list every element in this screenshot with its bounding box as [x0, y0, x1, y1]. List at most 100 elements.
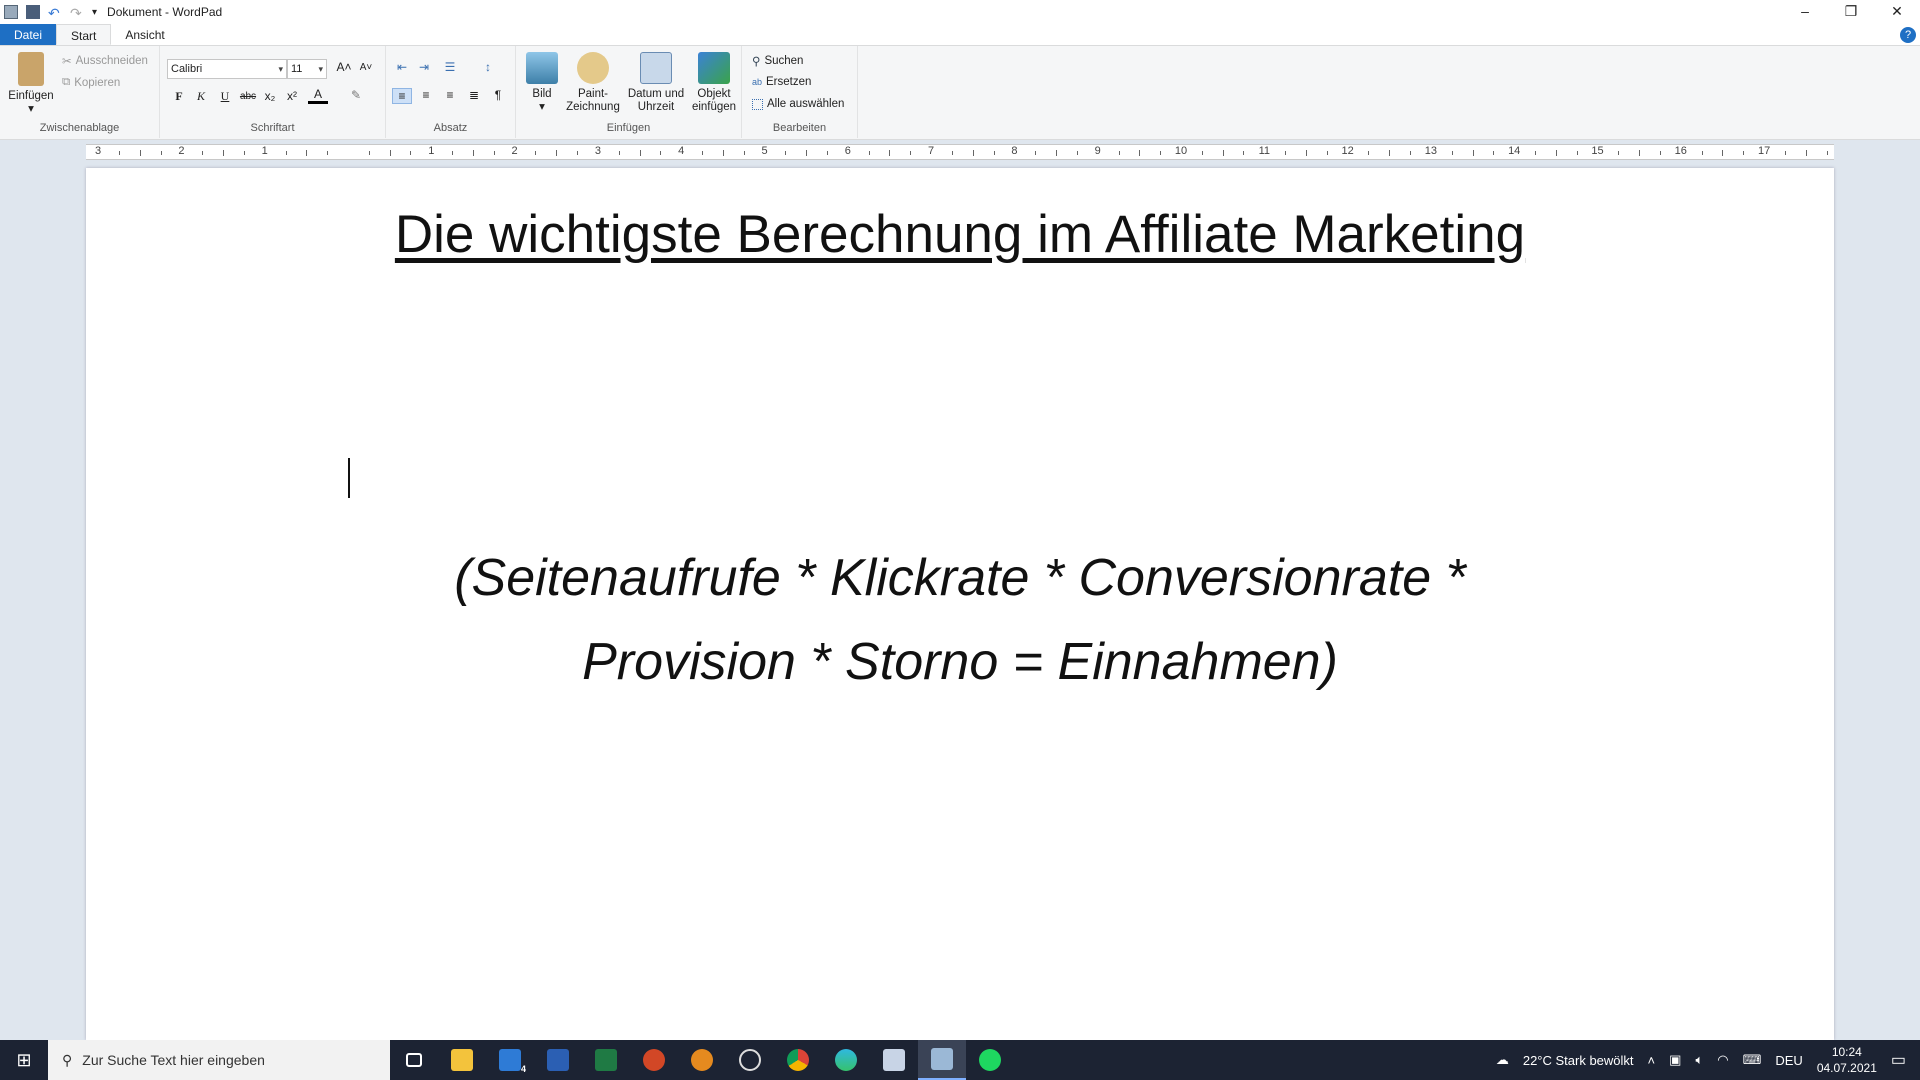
scissors-icon: ✂	[62, 56, 72, 68]
ruler-tick	[1743, 151, 1745, 155]
close-button[interactable]: ✕	[1874, 0, 1920, 24]
subscript-button[interactable]: x₂	[260, 89, 280, 103]
paste-button[interactable]: Einfügen ▾	[4, 52, 58, 116]
customize-quick-access-icon[interactable]: ▾	[92, 7, 97, 18]
taskbar-search-box[interactable]: ⚲ Zur Suche Text hier eingeben	[48, 1040, 390, 1080]
font-color-button[interactable]: A	[308, 87, 328, 104]
calendar-icon	[640, 52, 672, 84]
document-heading: Die wichtigste Berechnung im Affiliate M…	[394, 205, 1526, 264]
paragraph-settings-icon[interactable]: ¶	[488, 88, 508, 102]
undo-icon[interactable]: ↶	[48, 5, 62, 21]
task-view-icon[interactable]	[390, 1040, 438, 1080]
powerpoint-icon[interactable]	[630, 1040, 678, 1080]
title-bar: ↶ ↷ ▾ Dokument - WordPad – ❐ ✕	[0, 0, 1920, 24]
superscript-button[interactable]: x²	[282, 89, 302, 103]
ruler-number: 3	[95, 145, 102, 157]
align-center-button[interactable]: ≡	[416, 88, 436, 102]
spotify-icon[interactable]	[966, 1040, 1014, 1080]
insert-picture-button[interactable]: Bild ▾	[522, 52, 562, 114]
wordpad-app-icon[interactable]	[4, 5, 18, 19]
network-icon[interactable]: ◠	[1717, 1052, 1728, 1068]
chrome-icon[interactable]	[774, 1040, 822, 1080]
font-family-select[interactable]: Calibri	[167, 59, 287, 79]
edge-icon[interactable]	[822, 1040, 870, 1080]
bullet-list-icon[interactable]: ☰	[440, 60, 460, 74]
justify-button[interactable]: ≣	[464, 88, 484, 102]
tool-icon[interactable]	[870, 1040, 918, 1080]
font-size-select[interactable]: 11	[287, 59, 327, 79]
line-spacing-icon[interactable]: ↕	[478, 60, 498, 74]
system-tray: ☁ 22°C Stark bewölkt ˄ ▣ 🔈︎ ◠ ⌨ DEU 10:2…	[1496, 1040, 1920, 1080]
cut-button[interactable]: ✂ Ausschneiden	[62, 54, 148, 68]
excel-icon[interactable]	[582, 1040, 630, 1080]
date-time-button[interactable]: Datum und Uhrzeit	[624, 52, 688, 114]
ruler-tick	[389, 150, 391, 156]
show-hidden-icons-icon[interactable]: ˄	[1648, 1053, 1656, 1068]
keyboard-icon[interactable]: ⌨	[1743, 1052, 1762, 1068]
font-group: Calibri 11 A˄ A˅ F K U abc x₂ x² A ✎ Sch…	[160, 46, 386, 138]
ruler-tick	[1451, 151, 1453, 155]
select-all-button[interactable]: Alle auswählen	[752, 98, 844, 110]
clock[interactable]: 10:24 04.07.2021	[1817, 1044, 1877, 1076]
minimize-button[interactable]: –	[1782, 0, 1828, 24]
paragraph-group: ⇤ ⇥ ☰ ↕ ≡ ≡ ≡ ≣ ¶ Absatz	[386, 46, 516, 138]
redo-icon[interactable]: ↷	[70, 5, 84, 21]
strikethrough-button[interactable]: abc	[238, 91, 258, 102]
ruler-tick	[1285, 151, 1287, 155]
ruler-tick	[951, 151, 953, 155]
wordpad-taskbar-icon[interactable]	[918, 1040, 966, 1080]
word-icon[interactable]	[534, 1040, 582, 1080]
shrink-font-icon[interactable]: A˅	[356, 62, 376, 73]
insert-object-button[interactable]: Objekt einfügen	[688, 52, 740, 114]
restore-button[interactable]: ❐	[1828, 0, 1874, 24]
save-icon[interactable]	[26, 5, 40, 19]
ruler-tick	[327, 151, 329, 155]
ruler-tick	[118, 151, 120, 155]
ruler-number: 6	[844, 145, 851, 157]
volume-icon[interactable]: 🔈︎	[1695, 1052, 1703, 1068]
app-icon[interactable]	[678, 1040, 726, 1080]
find-button[interactable]: ⚲ Suchen	[752, 54, 803, 68]
notifications-icon[interactable]: ▭	[1891, 1050, 1906, 1070]
ruler-tick	[452, 151, 454, 155]
copy-button[interactable]: ⧉ Kopieren	[62, 76, 120, 89]
highlight-icon[interactable]: ✎	[346, 88, 366, 102]
help-icon[interactable]: ?	[1900, 27, 1916, 43]
ruler-tick	[743, 151, 745, 155]
obs-icon[interactable]	[726, 1040, 774, 1080]
file-explorer-icon[interactable]	[438, 1040, 486, 1080]
ruler-number: 5	[761, 145, 768, 157]
tab-start[interactable]: Start	[56, 24, 112, 45]
ruler-tick	[1639, 150, 1641, 156]
italic-button[interactable]: K	[191, 89, 211, 104]
ruler-tick	[1701, 151, 1703, 155]
replace-button[interactable]: ab Ersetzen	[752, 76, 811, 88]
ruler-tick	[1805, 150, 1807, 156]
weather-text[interactable]: 22°C Stark bewölkt	[1523, 1053, 1634, 1068]
cloud-icon[interactable]: ☁	[1496, 1052, 1509, 1068]
decrease-indent-icon[interactable]: ⇤	[392, 60, 412, 74]
language-indicator[interactable]: DEU	[1775, 1053, 1802, 1068]
ribbon-tabs: Datei Start Ansicht ?	[0, 24, 1920, 46]
start-button[interactable]: ⊞	[0, 1040, 48, 1080]
ruler-number: 4	[678, 145, 685, 157]
tab-ansicht[interactable]: Ansicht	[111, 24, 178, 45]
mail-icon[interactable]: 4	[486, 1040, 534, 1080]
align-left-button[interactable]: ≡	[392, 88, 412, 104]
bold-button[interactable]: F	[169, 89, 189, 104]
grow-font-icon[interactable]: A˄	[334, 60, 354, 74]
tab-datei[interactable]: Datei	[0, 24, 57, 45]
align-right-button[interactable]: ≡	[440, 88, 460, 102]
document-page[interactable]: Die wichtigste Berechnung im Affiliate M…	[86, 168, 1834, 1040]
paint-drawing-button[interactable]: Paint-Zeichnung	[562, 52, 624, 114]
ruler-tick	[868, 151, 870, 155]
select-all-icon	[752, 98, 763, 110]
camera-icon[interactable]: ▣	[1669, 1052, 1681, 1068]
ruler[interactable]: 3 2 1 1 2 3 4 5 6 7 8 9 10 11 12 13 14 15 16 17	[0, 141, 1920, 163]
underline-button[interactable]: U	[215, 89, 235, 104]
ruler-tick	[993, 151, 995, 155]
ruler-number: 7	[928, 145, 935, 157]
ruler-tick	[722, 150, 724, 156]
increase-indent-icon[interactable]: ⇥	[414, 60, 434, 74]
ruler-bar[interactable]: 3 2 1 1 2 3 4 5 6 7 8 9 10 11 12 13 14 15 16 17	[86, 144, 1834, 160]
